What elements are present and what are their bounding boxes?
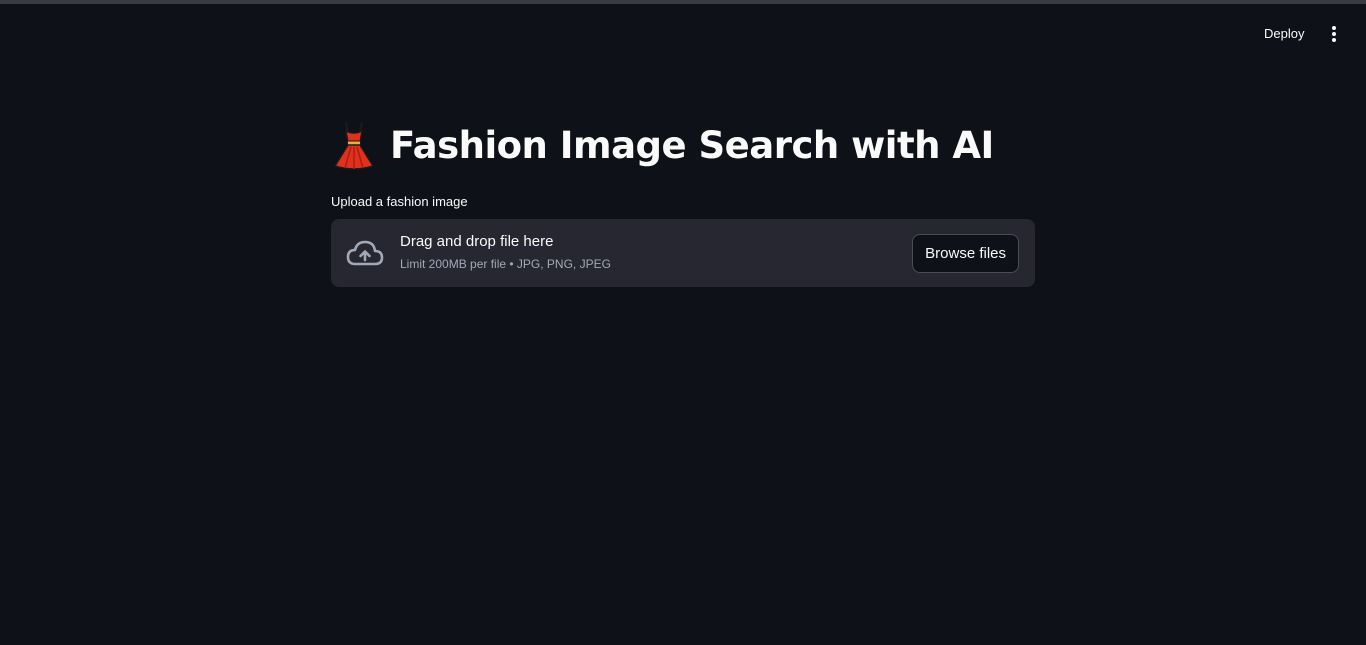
dropzone-text: Drag and drop file here Limit 200MB per …	[400, 232, 611, 273]
dropzone-hint: Limit 200MB per file • JPG, PNG, JPEG	[400, 257, 611, 271]
title-row: Fashion Image Search with AI	[331, 112, 1035, 178]
page-title: Fashion Image Search with AI	[390, 123, 994, 167]
file-dropzone[interactable]: Drag and drop file here Limit 200MB per …	[331, 219, 1035, 287]
browse-files-button[interactable]: Browse files	[912, 234, 1019, 273]
app-header: Deploy	[0, 4, 1366, 60]
main-content: Fashion Image Search with AI Upload a fa…	[331, 112, 1035, 287]
dropzone-title: Drag and drop file here	[400, 233, 554, 250]
cloud-upload-icon	[346, 240, 384, 266]
vertical-ellipsis-icon	[1332, 26, 1336, 42]
dress-icon	[331, 119, 377, 171]
main-menu-button[interactable]	[1322, 22, 1346, 46]
uploader-label: Upload a fashion image	[331, 194, 468, 209]
deploy-button[interactable]: Deploy	[1256, 22, 1312, 46]
